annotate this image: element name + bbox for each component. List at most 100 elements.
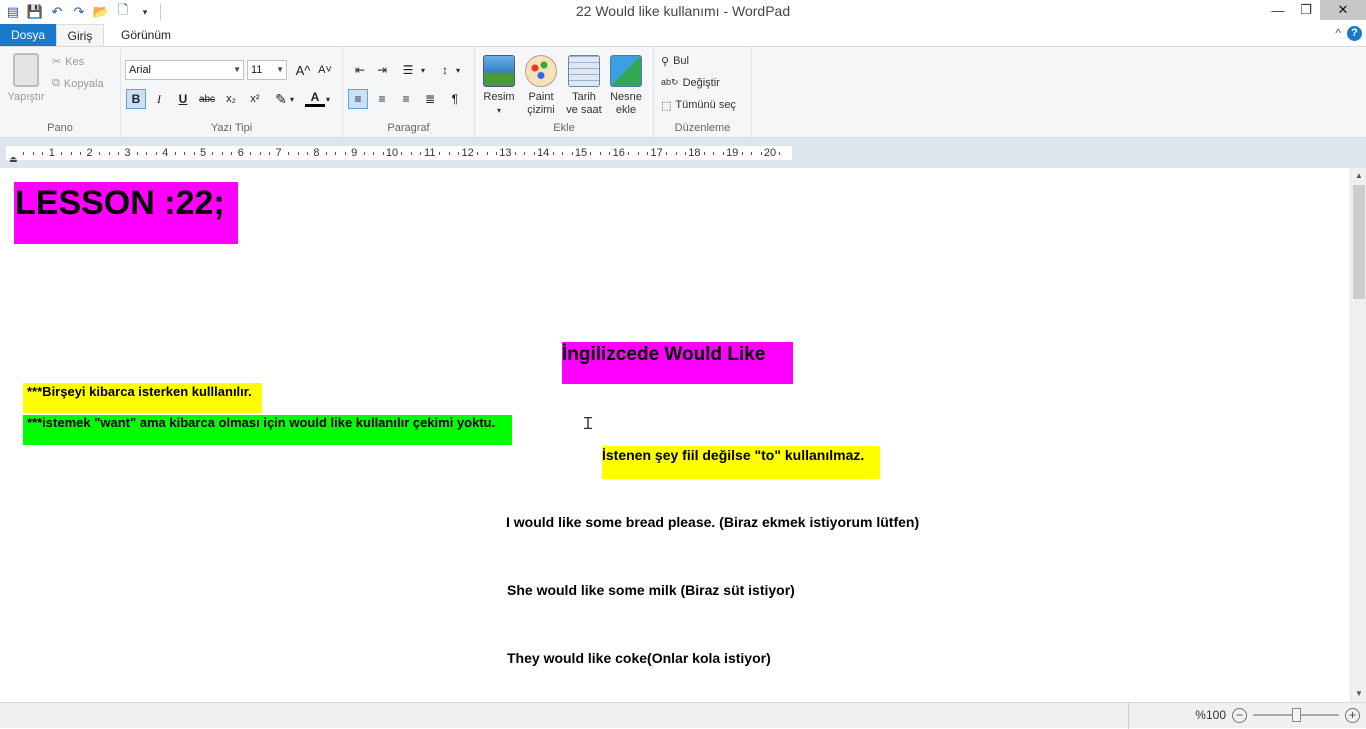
tab-file[interactable]: Dosya (0, 24, 56, 46)
ruler-number: 14 (537, 147, 550, 159)
align-right-icon[interactable]: ≡ (396, 89, 416, 109)
maximize-button[interactable]: ❐ (1292, 0, 1320, 20)
highlight-dropdown-icon[interactable]: ▾ (287, 89, 297, 109)
paste-label: Yapıştır (7, 91, 45, 103)
find-label: Bul (673, 55, 689, 67)
tab-home[interactable]: Giriş (56, 24, 104, 46)
ruler-tick (741, 152, 743, 155)
redo-icon[interactable]: ↷ (70, 3, 88, 21)
app-icon[interactable]: ▤ (4, 3, 22, 21)
ruler-number: 17 (650, 147, 663, 159)
shrink-font-button[interactable]: A˅ (315, 60, 335, 80)
tab-view[interactable]: Görünüm (108, 24, 184, 46)
qat-dropdown-icon[interactable]: ▾ (136, 3, 154, 21)
ruler-tick (212, 152, 214, 155)
find-button[interactable]: ⚲ Bul (661, 55, 689, 68)
insert-object-button[interactable]: Nesne ekle (607, 55, 645, 117)
ruler-tick (562, 152, 564, 155)
paragraph-settings-icon[interactable]: ¶ (445, 89, 465, 109)
ruler-tick (458, 152, 460, 155)
ruler-tick (288, 152, 290, 155)
select-all-icon: ⬚ (661, 100, 672, 112)
ruler-tick (80, 152, 82, 155)
datetime-button[interactable]: Tarih ve saat (564, 55, 604, 117)
ruler-tick (335, 152, 337, 155)
close-button[interactable]: ✕ (1320, 0, 1366, 20)
replace-button[interactable]: ab↻ Değiştir (661, 77, 720, 89)
subscript-button[interactable]: x₂ (221, 89, 241, 109)
picture-button[interactable]: Resim ▾ (481, 55, 517, 117)
font-family-select[interactable]: Arial ▼ (125, 60, 244, 80)
note-not-verb: İstenen şey fiil değilse "to" kullanılma… (602, 446, 880, 479)
ruler-tick (637, 152, 639, 155)
decrease-indent-icon[interactable]: ⇤ (350, 60, 370, 80)
scroll-down-icon[interactable]: ▼ (1351, 686, 1366, 702)
superscript-button[interactable]: x² (245, 89, 265, 109)
bullet-list-icon[interactable]: ☰ (398, 60, 418, 80)
ruler-tick (675, 152, 677, 155)
undo-icon[interactable]: ↶ (48, 3, 66, 21)
align-left-icon[interactable]: ≡ (348, 89, 368, 109)
zoom-in-button[interactable]: + (1345, 707, 1360, 723)
replace-label: Değiştir (682, 77, 720, 89)
zoom-controls: %100 − + (1195, 707, 1360, 723)
left-indent-marker[interactable]: ⏏ (9, 154, 18, 165)
ruler-scale[interactable]: 1 2 3 4 5 6 7 8 9 10 11 12 13 14 15 16 17 18 19 20 (6, 146, 792, 160)
save-icon[interactable]: 💾 (26, 3, 44, 21)
ruler-tick (760, 152, 762, 155)
ruler-number: 6 (237, 147, 244, 159)
title-bar: ▤ 💾 ↶ ↷ 📂 🗋 ▾ 22 Would like kullanımı - … (0, 0, 1366, 24)
ruler-tick (590, 152, 592, 155)
text-cursor-icon: Ｉ (580, 416, 597, 433)
note-polite-request: ***Birşeyi kibarca isterken kulllanılır. (23, 383, 262, 413)
ruler-tick (647, 152, 649, 155)
minimize-button[interactable]: — (1264, 0, 1292, 20)
strikethrough-button[interactable]: abc (197, 89, 217, 109)
zoom-out-button[interactable]: − (1232, 707, 1247, 723)
scroll-up-icon[interactable]: ▲ (1351, 168, 1366, 184)
status-bar: %100 − + (0, 702, 1366, 729)
list-dropdown-icon[interactable]: ▾ (418, 60, 428, 80)
font-size-select[interactable]: 11 ▼ (247, 60, 287, 80)
increase-indent-icon[interactable]: ⇥ (372, 60, 392, 80)
highlighter-icon: ✎ (275, 90, 287, 107)
ruler-number: 4 (162, 147, 169, 159)
window-controls: — ❐ ✕ (1264, 0, 1366, 22)
vertical-scrollbar[interactable]: ▲ ▼ (1350, 168, 1366, 702)
ruler-number: 5 (199, 147, 207, 159)
font-color-button[interactable]: A (305, 89, 325, 107)
scrollbar-thumb[interactable] (1353, 185, 1365, 299)
bold-button[interactable]: B (126, 89, 146, 109)
ruler-number: 2 (86, 147, 93, 159)
open-icon[interactable]: 📂 (92, 3, 110, 21)
ruler-number: 16 (612, 147, 625, 159)
align-center-icon[interactable]: ≡ (372, 89, 392, 109)
help-icon[interactable]: ? (1347, 26, 1362, 41)
copy-button[interactable]: ⧉ Kopyala (52, 77, 104, 90)
document-area[interactable]: LESSON :22; İngilizcede Would Like ***Bi… (0, 168, 1350, 702)
paint-label-2: çizimi (527, 104, 555, 116)
justify-icon[interactable]: ≣ (420, 89, 440, 109)
object-icon (610, 55, 642, 87)
italic-button[interactable]: I (149, 89, 169, 109)
collapse-ribbon-icon[interactable]: ^ (1335, 26, 1341, 41)
zoom-slider[interactable] (1253, 707, 1339, 723)
font-color-dropdown-icon[interactable]: ▾ (323, 89, 333, 109)
paste-button[interactable]: Yapıştır (6, 53, 46, 104)
ruler-tick (231, 152, 233, 155)
cut-button[interactable]: ✂ Kes (52, 55, 84, 69)
ruler-tick (61, 152, 63, 155)
window-title: 22 Would like kullanımı - WordPad (575, 3, 791, 19)
zoom-slider-handle[interactable] (1292, 708, 1301, 722)
ruler-tick (571, 152, 573, 155)
grow-font-button[interactable]: A^ (293, 60, 313, 80)
ruler-tick (136, 152, 138, 155)
line-spacing-icon[interactable]: ↕ (435, 60, 455, 80)
new-icon[interactable]: 🗋 (114, 2, 132, 21)
spacing-dropdown-icon[interactable]: ▾ (453, 60, 463, 80)
ruler-tick (420, 152, 422, 155)
underline-button[interactable]: U (173, 89, 193, 109)
paint-drawing-button[interactable]: Paint çizimi (523, 55, 559, 117)
ruler-tick (344, 152, 346, 155)
select-all-button[interactable]: ⬚ Tümünü seç (661, 99, 736, 112)
